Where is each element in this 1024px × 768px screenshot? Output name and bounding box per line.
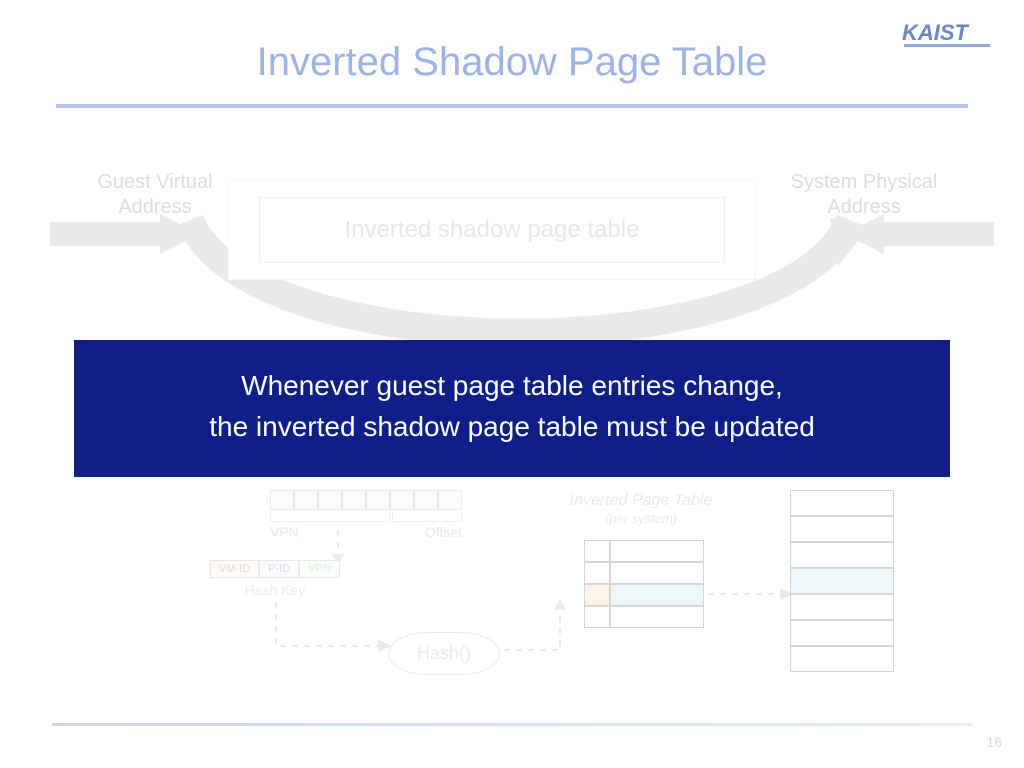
page-number: 16 xyxy=(986,734,1002,750)
dashed-arrow-to-ipt-icon xyxy=(500,600,590,670)
callout-banner: Whenever guest page table entries change… xyxy=(74,340,950,477)
hash-function: Hash() xyxy=(388,632,500,675)
center-box: Inverted shadow page table xyxy=(228,180,756,280)
banner-line-1: Whenever guest page table entries change… xyxy=(104,366,920,407)
inverted-page-table-label: Inverted Page Table (per system) xyxy=(556,492,726,528)
dashed-arrow-to-frames-icon xyxy=(708,584,798,604)
chip-p-id: P-ID xyxy=(259,560,299,578)
center-box-label: Inverted shadow page table xyxy=(259,197,725,263)
chip-vpn: VPN xyxy=(299,560,340,578)
footer-rule xyxy=(52,723,972,726)
title-underline xyxy=(56,104,968,108)
offset-label: Offset xyxy=(425,524,462,540)
hash-key-box: VM-ID P-ID VPN Hash Key xyxy=(210,560,340,598)
hash-key-label: Hash Key xyxy=(210,582,340,598)
banner-line-2: the inverted shadow page table must be u… xyxy=(104,407,920,448)
slide-title: Inverted Shadow Page Table xyxy=(0,40,1024,85)
chip-vm-id: VM-ID xyxy=(210,560,259,578)
address-bitfield: VPN Offset xyxy=(270,490,462,540)
physical-frames xyxy=(790,490,894,672)
vpn-label: VPN xyxy=(270,524,299,540)
slide: KAIST Inverted Shadow Page Table Guest V… xyxy=(0,0,1024,768)
dashed-arrow-to-hash-icon xyxy=(272,602,402,662)
inverted-page-table xyxy=(584,540,704,628)
